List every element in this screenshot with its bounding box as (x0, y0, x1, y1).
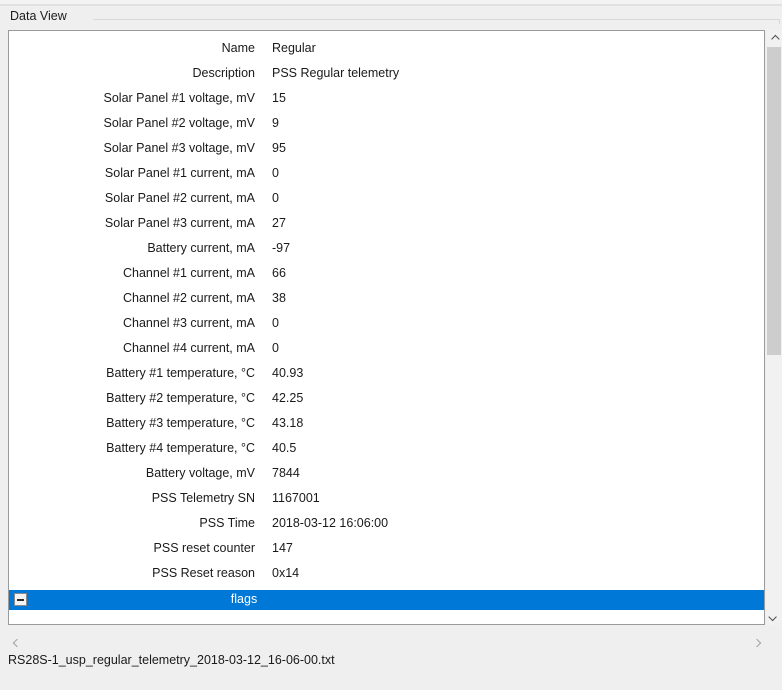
scroll-left-button[interactable] (8, 634, 25, 651)
data-view-panel: Name Regular Description PSS Regular teleme… (8, 30, 765, 625)
property-value: 42.25 (272, 386, 303, 411)
property-label: Battery voltage, mV (9, 461, 255, 486)
group-box-border-corner (779, 19, 780, 24)
property-row[interactable]: Channel #4 current, mA 0 (9, 336, 764, 361)
property-label: PSS reset counter (9, 536, 255, 561)
property-row[interactable]: PSS Time 2018-03-12 16:06:00 (9, 511, 764, 536)
property-row[interactable]: PSS Reset reason 0x14 (9, 561, 764, 586)
property-row[interactable]: PSS Telemetry SN 1167001 (9, 486, 764, 511)
property-value: 147 (272, 536, 293, 561)
top-divider-line (0, 4, 782, 6)
property-row[interactable]: Solar Panel #3 current, mA 27 (9, 211, 764, 236)
property-value: 1167001 (272, 486, 320, 511)
property-row[interactable]: Solar Panel #2 current, mA 0 (9, 186, 764, 211)
property-value: 15 (272, 86, 286, 111)
property-list: Name Regular Description PSS Regular teleme… (9, 31, 764, 586)
minus-box-icon[interactable] (14, 593, 27, 606)
property-value: 0 (272, 311, 279, 336)
property-row[interactable]: PSS reset counter 147 (9, 536, 764, 561)
property-value: 27 (272, 211, 286, 236)
scroll-up-button[interactable] (766, 30, 782, 47)
property-row[interactable]: Battery #1 temperature, °C 40.93 (9, 361, 764, 386)
vertical-scrollbar[interactable] (766, 30, 782, 625)
property-row[interactable]: Battery voltage, mV 7844 (9, 461, 764, 486)
chevron-left-icon (12, 638, 20, 646)
property-row[interactable]: Channel #3 current, mA 0 (9, 311, 764, 336)
property-label: Solar Panel #1 current, mA (9, 161, 255, 186)
property-label: PSS Time (9, 511, 255, 536)
flags-group-label: flags (231, 590, 257, 610)
property-value: Regular (272, 36, 316, 61)
property-label: Channel #2 current, mA (9, 286, 255, 311)
property-label: Battery #2 temperature, °C (9, 386, 255, 411)
property-value: PSS Regular telemetry (272, 61, 399, 86)
group-box-title: Data View (10, 9, 67, 23)
property-label: Solar Panel #2 current, mA (9, 186, 255, 211)
property-label: Solar Panel #3 voltage, mV (9, 136, 255, 161)
property-row[interactable]: Solar Panel #2 voltage, mV 9 (9, 111, 764, 136)
property-label: Channel #1 current, mA (9, 261, 255, 286)
property-label: PSS Reset reason (9, 561, 255, 586)
property-value: 40.93 (272, 361, 303, 386)
scroll-down-button[interactable] (766, 608, 782, 625)
property-value: 43.18 (272, 411, 303, 436)
property-value: 38 (272, 286, 286, 311)
chevron-up-icon (771, 34, 779, 42)
property-value: 0 (272, 336, 279, 361)
property-label: Battery #3 temperature, °C (9, 411, 255, 436)
property-label: Battery #4 temperature, °C (9, 436, 255, 461)
flags-group-row[interactable]: flags (9, 590, 764, 610)
property-row[interactable]: Channel #1 current, mA 66 (9, 261, 764, 286)
property-value: 95 (272, 136, 286, 161)
property-row[interactable]: Solar Panel #1 current, mA 0 (9, 161, 764, 186)
property-row[interactable]: Name Regular (9, 36, 764, 61)
property-value: 40.5 (272, 436, 296, 461)
property-row[interactable]: Solar Panel #3 voltage, mV 95 (9, 136, 764, 161)
property-label: Channel #4 current, mA (9, 336, 255, 361)
vertical-scrollbar-thumb[interactable] (767, 47, 781, 355)
property-label: Description (9, 61, 255, 86)
minus-glyph (17, 599, 24, 601)
chevron-down-icon (768, 612, 776, 620)
property-label: Solar Panel #3 current, mA (9, 211, 255, 236)
property-value: 9 (272, 111, 279, 136)
property-label: Solar Panel #1 voltage, mV (9, 86, 255, 111)
property-label: Name (9, 36, 255, 61)
property-label: Solar Panel #2 voltage, mV (9, 111, 255, 136)
property-value: 0 (272, 161, 279, 186)
property-value: 0x14 (272, 561, 299, 586)
group-box-border (93, 19, 779, 20)
property-label: Battery #1 temperature, °C (9, 361, 255, 386)
property-row[interactable]: Battery #2 temperature, °C 42.25 (9, 386, 764, 411)
property-value: 66 (272, 261, 286, 286)
property-row[interactable]: Battery current, mA -97 (9, 236, 764, 261)
property-label: PSS Telemetry SN (9, 486, 255, 511)
property-value: 7844 (272, 461, 300, 486)
chevron-right-icon (752, 638, 760, 646)
property-label: Channel #3 current, mA (9, 311, 255, 336)
property-row[interactable]: Battery #4 temperature, °C 40.5 (9, 436, 764, 461)
status-filename: RS28S-1_usp_regular_telemetry_2018-03-12… (8, 653, 335, 667)
scroll-right-button[interactable] (748, 634, 765, 651)
property-row[interactable]: Channel #2 current, mA 38 (9, 286, 764, 311)
property-row[interactable]: Description PSS Regular telemetry (9, 61, 764, 86)
property-row[interactable]: Battery #3 temperature, °C 43.18 (9, 411, 764, 436)
property-label: Battery current, mA (9, 236, 255, 261)
property-value: 0 (272, 186, 279, 211)
property-value: -97 (272, 236, 290, 261)
property-value: 2018-03-12 16:06:00 (272, 511, 388, 536)
property-row[interactable]: Solar Panel #1 voltage, mV 15 (9, 86, 764, 111)
